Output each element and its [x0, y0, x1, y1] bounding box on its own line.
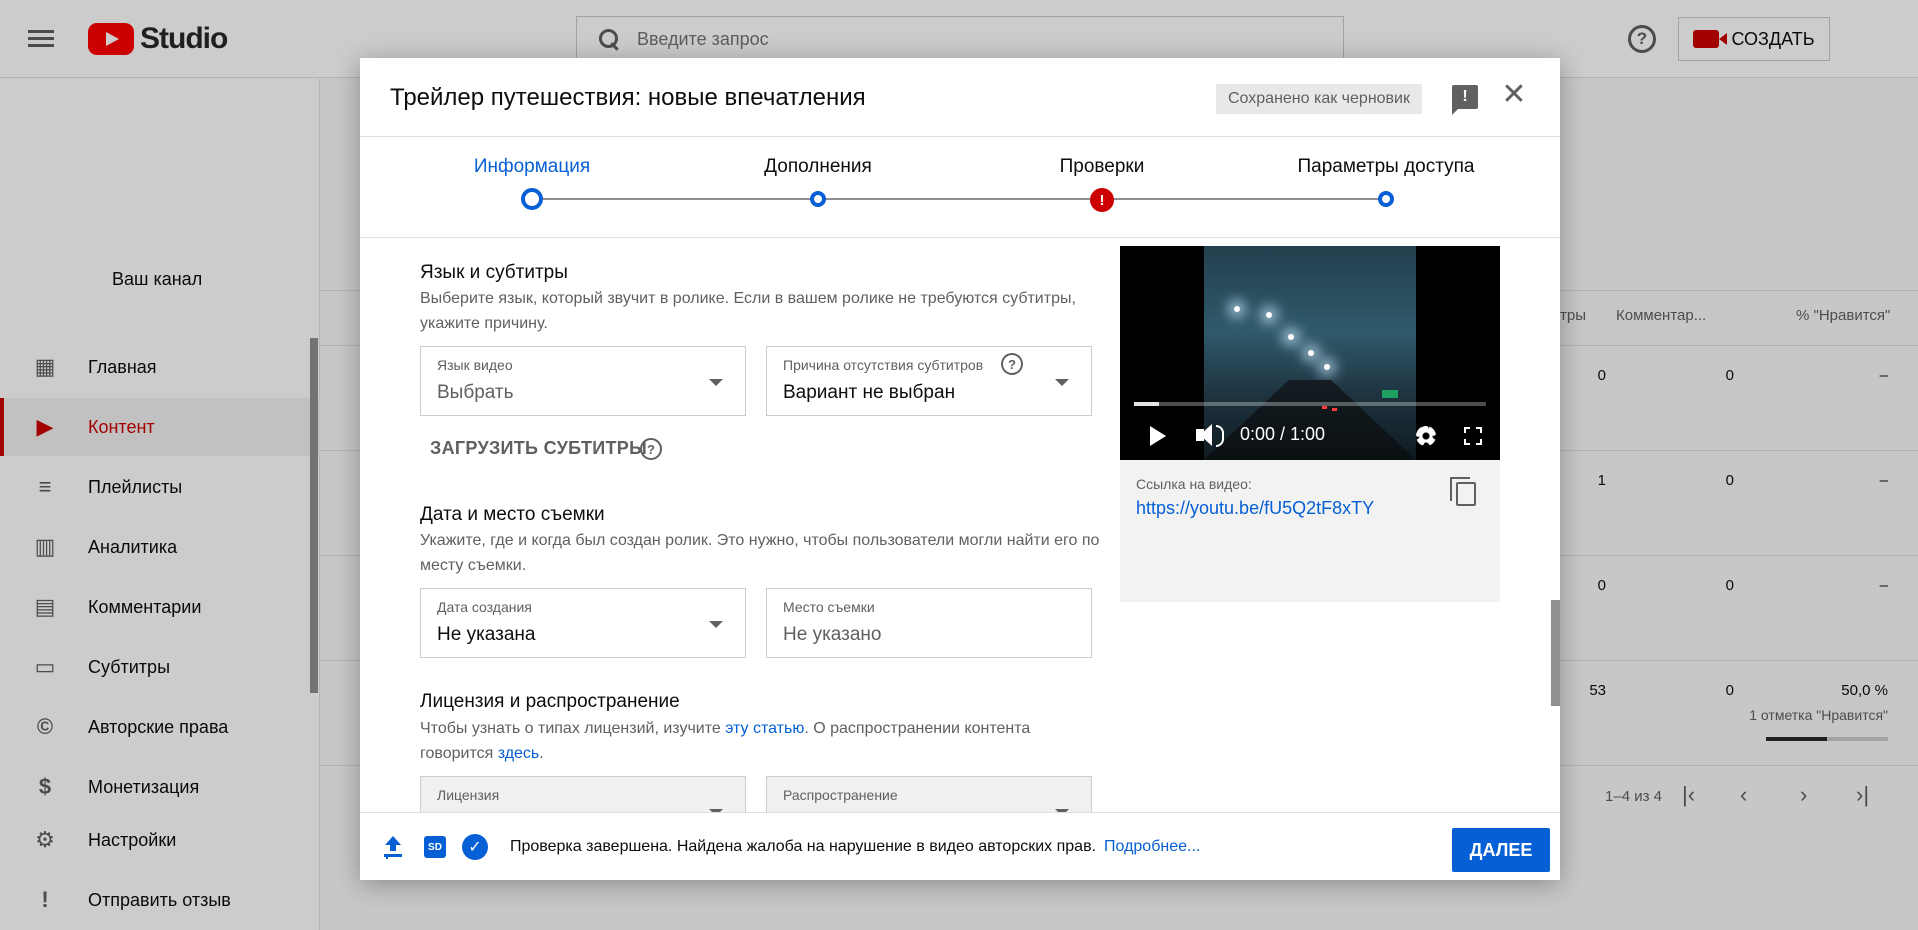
video-progress-bar[interactable]: [1134, 402, 1486, 406]
description-text: Чтобы узнать о типах лицензий, изучите: [420, 720, 726, 737]
footer-status-message: Проверка завершена. Найдена жалоба на на…: [510, 838, 1200, 856]
field-label: Распространение: [783, 787, 898, 803]
language-section-title: Язык и субтитры: [420, 262, 568, 283]
field-value: Вариант не выбран: [783, 382, 956, 403]
field-value: Выбрать: [437, 382, 514, 403]
recording-section-title: Дата и место съемки: [420, 504, 605, 525]
dropdown-caret-icon: [1055, 379, 1069, 386]
step-visibility-dot[interactable]: [1378, 191, 1394, 207]
play-icon[interactable]: [1150, 426, 1166, 446]
draft-status-badge: Сохранено как черновик: [1216, 84, 1422, 114]
stepper-track: [532, 198, 1386, 200]
step-video-elements-dot[interactable]: [810, 191, 826, 207]
details-form: Язык и субтитры Выберите язык, который з…: [360, 238, 1560, 812]
video-details-dialog: Трейлер путешествия: новые впечатления С…: [360, 58, 1560, 880]
copy-icon[interactable]: [1450, 477, 1476, 506]
fullscreen-icon[interactable]: [1464, 427, 1482, 445]
license-article-link[interactable]: эту статью: [725, 720, 804, 737]
step-checks-error-icon[interactable]: !: [1090, 188, 1114, 212]
dialog-scrollbar[interactable]: [1551, 600, 1560, 706]
learn-more-link[interactable]: Подробнее...: [1104, 838, 1200, 855]
report-feedback-icon[interactable]: !: [1452, 85, 1478, 115]
tab-checks[interactable]: Проверки: [1060, 156, 1145, 178]
video-language-select[interactable]: Язык видео Выбрать: [420, 346, 746, 416]
field-label: Язык видео: [437, 357, 513, 373]
volume-icon[interactable]: [1196, 424, 1224, 447]
video-link[interactable]: https://youtu.be/fU5Q2tF8xTY: [1136, 498, 1374, 519]
checks-complete-icon[interactable]: ✓: [462, 834, 488, 860]
status-text: Проверка завершена. Найдена жалоба на на…: [510, 838, 1097, 855]
video-player[interactable]: 0:00 / 1:00: [1120, 246, 1500, 460]
dialog-footer: SD ✓ Проверка завершена. Найдена жалоба …: [360, 812, 1560, 880]
distribution-info-link[interactable]: здесь: [498, 745, 540, 762]
sd-quality-icon[interactable]: SD: [424, 836, 446, 858]
next-button[interactable]: ДАЛЕЕ: [1452, 828, 1550, 872]
field-label: Место съемки: [783, 599, 875, 615]
video-time: 0:00 / 1:00: [1240, 424, 1326, 444]
gear-icon[interactable]: [1416, 426, 1436, 446]
tab-details[interactable]: Информация: [474, 156, 590, 178]
video-progress-fill: [1134, 402, 1159, 406]
close-icon[interactable]: ✕: [1500, 80, 1528, 110]
field-label: Причина отсутствия субтитров: [783, 357, 984, 373]
creation-date-select[interactable]: Дата создания Не указана: [420, 588, 746, 658]
dialog-title: Трейлер путешествия: новые впечатления: [390, 84, 866, 111]
field-label: Дата создания: [437, 599, 532, 615]
video-preview-card: 0:00 / 1:00 Ссылка на видео: https://you…: [1120, 246, 1500, 602]
location-input-placeholder[interactable]: Не указано: [783, 624, 882, 646]
tab-video-elements[interactable]: Дополнения: [764, 156, 872, 178]
help-icon[interactable]: ?: [1001, 353, 1023, 375]
field-label: Лицензия: [437, 787, 500, 803]
license-section-description: Чтобы узнать о типах лицензий, изучите э…: [420, 716, 1100, 766]
dropdown-caret-icon: [709, 379, 723, 386]
step-details-dot[interactable]: [521, 188, 543, 210]
language-section-description: Выберите язык, который звучит в ролике. …: [420, 290, 1076, 332]
no-subtitles-reason-select[interactable]: Причина отсутствия субтитров ? Вариант н…: [766, 346, 1092, 416]
license-section-title: Лицензия и распространение: [420, 691, 680, 712]
upload-subtitles-help-icon[interactable]: ?: [640, 438, 662, 460]
tab-visibility[interactable]: Параметры доступа: [1298, 156, 1475, 178]
upload-status-icon[interactable]: [384, 836, 402, 856]
upload-subtitles-button[interactable]: ЗАГРУЗИТЬ СУБТИТРЫ: [430, 438, 647, 459]
field-value: Не указана: [437, 624, 536, 645]
distribution-select[interactable]: Распространение: [766, 776, 1092, 812]
description-text: .: [539, 745, 544, 762]
dropdown-caret-icon: [709, 621, 723, 628]
license-select[interactable]: Лицензия: [420, 776, 746, 812]
location-field[interactable]: Место съемки Не указано: [766, 588, 1092, 658]
recording-section-description: Укажите, где и когда был создан ролик. Э…: [420, 532, 1100, 574]
video-link-label: Ссылка на видео:: [1136, 476, 1252, 492]
